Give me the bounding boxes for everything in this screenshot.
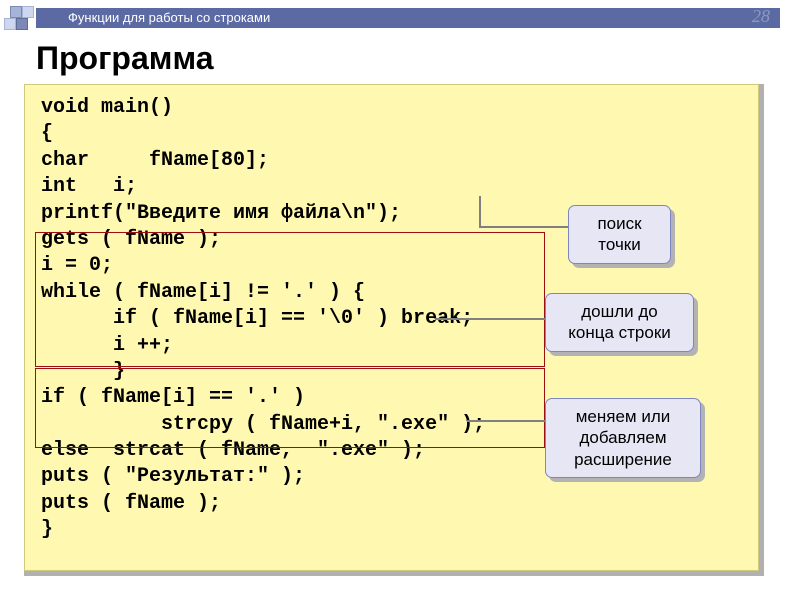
callout-text: дошли до конца строки [568,302,671,342]
code-line: { [41,121,742,147]
code-line: char fName[80]; [41,148,742,174]
callout-pointer [480,226,568,228]
page-title: Программа [36,40,213,77]
code-line: puts ( fName ); [41,491,742,517]
code-line: int i; [41,174,742,200]
code-line: } [41,517,742,543]
callout-end-of-string: дошли до конца строки [545,293,694,352]
header: Функции для работы со строками 28 [0,0,800,40]
callout-text: меняем или добавляем расширение [574,407,672,469]
code-line: void main() [41,95,742,121]
callout-pointer [435,318,545,320]
callout-pointer [467,420,545,422]
callout-text: поиск точки [597,214,641,254]
page-number: 28 [752,6,770,27]
breadcrumb: Функции для работы со строками [36,8,780,28]
callout-find-dot: поиск точки [568,205,671,264]
breadcrumb-text: Функции для работы со строками [68,10,270,25]
code-line: } [41,359,742,385]
callout-change-extension: меняем или добавляем расширение [545,398,701,478]
